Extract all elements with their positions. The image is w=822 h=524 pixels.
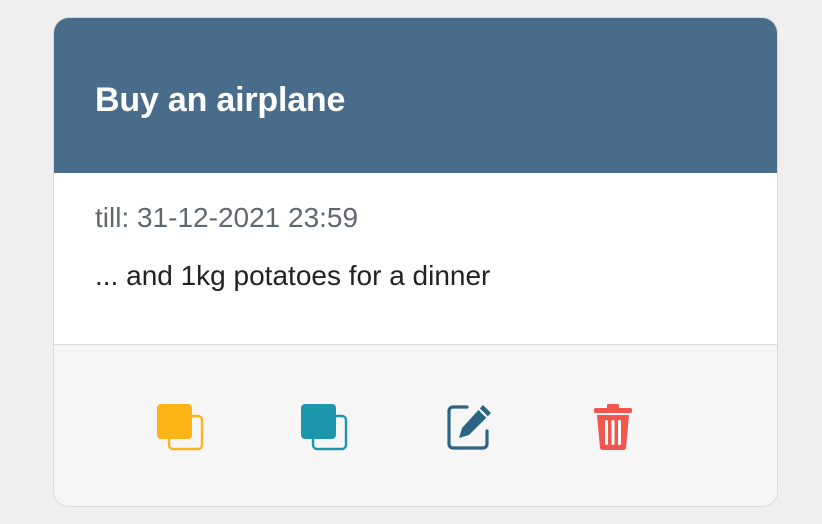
task-card: Buy an airplane till: 31-12-2021 23:59 .… [53, 17, 778, 507]
card-body: till: 31-12-2021 23:59 ... and 1kg potat… [54, 173, 777, 344]
trash-icon [594, 404, 632, 451]
delete-button[interactable] [587, 401, 639, 453]
copy-yellow-icon [157, 404, 204, 451]
edit-button[interactable] [444, 401, 496, 453]
task-deadline: till: 31-12-2021 23:59 [95, 202, 359, 233]
card-footer [54, 344, 777, 506]
edit-icon [447, 405, 491, 450]
copy-teal-icon [301, 404, 348, 451]
card-header: Buy an airplane [54, 18, 777, 173]
task-description: ... and 1kg potatoes for a dinner [95, 260, 491, 291]
copy-yellow-button[interactable] [154, 401, 206, 453]
task-title: Buy an airplane [95, 81, 346, 119]
copy-teal-button[interactable] [298, 401, 350, 453]
